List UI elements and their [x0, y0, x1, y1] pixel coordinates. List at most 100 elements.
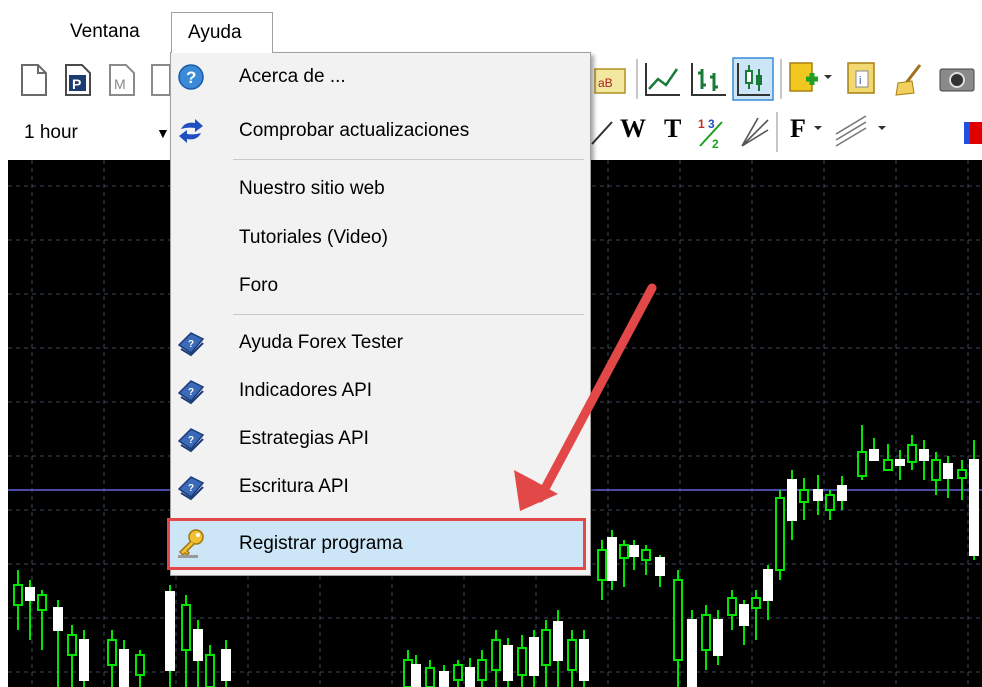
candle-body: [79, 639, 89, 681]
candle-body: [629, 545, 639, 557]
menu-item-escritura-api[interactable]: ? Escritura API: [171, 463, 590, 511]
candle-body: [883, 459, 893, 471]
text-w-tool[interactable]: W: [620, 114, 646, 144]
svg-text:?: ?: [188, 435, 194, 446]
menu-item-label: Comprobar actualizaciones: [239, 120, 470, 141]
candle-body: [165, 591, 175, 671]
indicator-list-icon[interactable]: i: [844, 61, 880, 97]
help-circle-icon: ?: [178, 64, 204, 90]
bar-chart-icon[interactable]: [688, 59, 728, 99]
candle-body: [799, 489, 809, 503]
menu-item-label: Tutoriales (Video): [239, 227, 388, 248]
candle-body: [931, 459, 941, 481]
candle-body: [597, 549, 607, 581]
help-book-icon: ?: [177, 476, 205, 501]
svg-text:aB: aB: [598, 76, 613, 90]
candle-body: [25, 587, 35, 601]
candle-body: [969, 459, 979, 556]
candle-body: [739, 604, 749, 626]
toolbar-divider: [636, 59, 638, 99]
menu-item-label: Registrar programa: [239, 533, 403, 554]
candle-body: [107, 639, 117, 666]
svg-text:?: ?: [186, 68, 196, 87]
help-book-icon: ?: [177, 428, 205, 453]
toolbar-divider: [780, 59, 782, 99]
text-t-tool[interactable]: T: [664, 114, 681, 144]
svg-text:3: 3: [708, 117, 715, 131]
candle-body: [579, 639, 589, 681]
candle-body: [641, 549, 651, 561]
candle-body: [67, 634, 77, 656]
candle-body: [825, 494, 835, 511]
candle-body: [787, 479, 797, 521]
candle-body: [453, 664, 463, 681]
candle-body: [763, 569, 773, 601]
trendline-icon[interactable]: [590, 116, 616, 148]
fan-lines-icon[interactable]: [738, 114, 772, 150]
menu-separator: [233, 159, 584, 160]
profile-document-icon[interactable]: P: [60, 61, 94, 99]
svg-text:?: ?: [188, 483, 194, 494]
candle-body: [541, 629, 551, 666]
document-icon[interactable]: [148, 61, 170, 99]
chart-scale-icon[interactable]: aB: [593, 65, 633, 97]
menu-ayuda[interactable]: Ayuda: [171, 12, 273, 53]
menu-item-registrar-programa[interactable]: Registrar programa: [167, 518, 586, 570]
market-document-icon[interactable]: M: [104, 61, 138, 99]
menu-item-label: Ayuda Forex Tester: [239, 332, 404, 353]
candle-body: [477, 659, 487, 681]
candle-body: [465, 667, 475, 687]
channel-lines-icon[interactable]: [832, 114, 872, 150]
svg-text:i: i: [859, 75, 861, 87]
menu-item-ayuda-forex-tester[interactable]: ? Ayuda Forex Tester: [171, 319, 590, 367]
candle-body: [553, 621, 563, 661]
new-document-icon[interactable]: [16, 61, 50, 99]
candlestick-chart-icon[interactable]: [732, 57, 774, 101]
timeframe-dropdown-arrow[interactable]: ▼: [156, 118, 170, 148]
camera-icon[interactable]: [936, 63, 982, 95]
svg-text:2: 2: [712, 137, 719, 151]
menu-item-tutoriales[interactable]: Tutoriales (Video): [171, 214, 590, 262]
menu-item-acerca-de[interactable]: ? Acerca de ...: [171, 53, 590, 101]
candle-body: [181, 604, 191, 651]
candle-body: [439, 671, 449, 687]
candle-body: [857, 451, 867, 477]
help-menu-dropdown: ? Acerca de ... Comprobar actualizacione…: [167, 52, 591, 576]
menu-item-nuestro-sitio-web[interactable]: Nuestro sitio web: [171, 165, 590, 213]
candle-body: [491, 639, 501, 671]
menu-item-comprobar-actualizaciones[interactable]: Comprobar actualizaciones: [171, 107, 590, 155]
candle-body: [701, 614, 711, 651]
svg-text:M: M: [114, 76, 126, 92]
menu-item-foro[interactable]: Foro: [171, 262, 590, 310]
menu-ventana[interactable]: Ventana: [62, 14, 148, 50]
candle-body: [751, 597, 761, 609]
candle-body: [673, 579, 683, 661]
menu-item-indicadores-api[interactable]: ? Indicadores API: [171, 367, 590, 415]
svg-text:?: ?: [188, 387, 194, 398]
candle-body: [907, 444, 917, 463]
candle-body: [425, 667, 435, 687]
chevron-down-icon[interactable]: [876, 124, 888, 134]
candle-body: [119, 649, 129, 687]
candle-body: [727, 597, 737, 616]
add-indicator-icon[interactable]: [788, 61, 834, 97]
broom-icon[interactable]: [892, 61, 928, 97]
candle-body: [205, 654, 215, 687]
svg-text:1: 1: [698, 117, 705, 131]
candle-body: [655, 557, 665, 576]
candle-body: [607, 537, 617, 581]
help-book-icon: ?: [177, 380, 205, 405]
fibonacci-numbers-icon[interactable]: 1 3 2: [696, 112, 730, 152]
candle-body: [529, 637, 539, 676]
menu-bar: Ventana Ayuda: [0, 0, 982, 53]
candle-body: [837, 485, 847, 501]
chevron-down-icon[interactable]: [812, 124, 824, 134]
candle-body: [37, 594, 47, 611]
fibonacci-tool[interactable]: F: [790, 114, 806, 144]
candle-body: [869, 449, 879, 461]
color-picker-icon[interactable]: [960, 120, 982, 148]
key-icon: [178, 529, 204, 558]
candle-body: [919, 449, 929, 461]
menu-item-estrategias-api[interactable]: ? Estrategias API: [171, 415, 590, 463]
line-chart-icon[interactable]: [642, 59, 682, 99]
